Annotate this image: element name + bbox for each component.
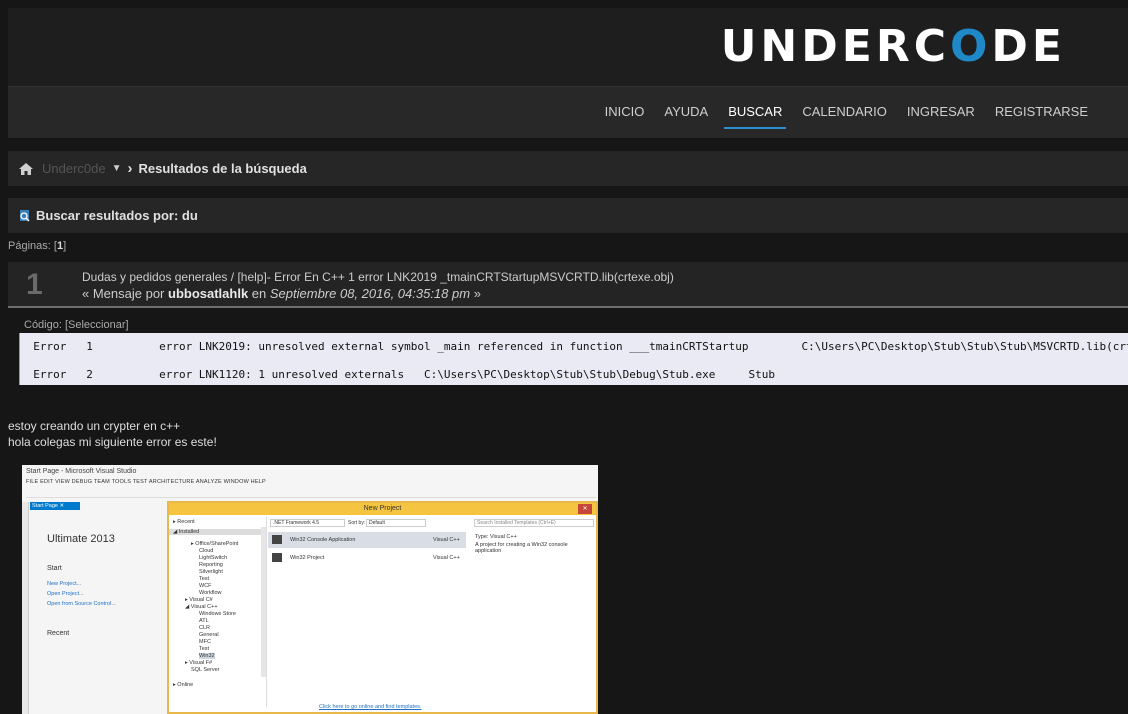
code-line: Error 1 error LNK2019: unresolved extern… bbox=[33, 340, 1128, 353]
search-doc-icon bbox=[20, 209, 30, 222]
message-body: estoy creando un crypter en c++ hola col… bbox=[8, 418, 217, 450]
vs-ultimate: Ultimate 2013 bbox=[47, 533, 115, 545]
page: UNDERCODE INICIO AYUDA BUSCAR CALENDARIO… bbox=[0, 0, 1128, 714]
caret-down-icon[interactable]: ▼ bbox=[112, 163, 122, 174]
search-result: 1 Dudas y pedidos generales / [help]- Er… bbox=[8, 262, 1128, 308]
nav-calendario[interactable]: CALENDARIO bbox=[802, 87, 887, 139]
chevron-right-icon: › bbox=[127, 160, 133, 177]
win32-project-icon bbox=[272, 553, 282, 562]
site-logo[interactable]: UNDERCODE bbox=[721, 22, 1066, 72]
tree-item: ◢ Installed bbox=[169, 529, 261, 535]
template-description: A project for creating a Win32 console a… bbox=[475, 542, 568, 554]
nav-buscar[interactable]: BUSCAR bbox=[724, 87, 787, 139]
tree-scrollbar bbox=[261, 527, 266, 677]
vs-recent-heading: Recent bbox=[47, 630, 70, 637]
tree-item: Cloud bbox=[199, 548, 214, 554]
message-line: hola colegas mi siguiente error es este! bbox=[8, 435, 217, 449]
tree-item: ▸ Online bbox=[173, 682, 194, 688]
result-date: Septiembre 08, 2016, 04:35:18 pm bbox=[269, 286, 471, 301]
breadcrumb-current: Resultados de la búsqueda bbox=[138, 161, 307, 176]
breadcrumb: Underc0de ▼ › Resultados de la búsqueda bbox=[8, 151, 1128, 186]
vs-open-project-link: Open Project... bbox=[47, 591, 84, 597]
breadcrumb-forum[interactable]: Underc0de bbox=[42, 161, 106, 176]
vs-menus: FILE EDIT VIEW DEBUG TEAM TOOLS TEST ARC… bbox=[26, 479, 266, 485]
tree-item: Silverlight bbox=[199, 569, 223, 575]
tree-item: WCF bbox=[199, 583, 212, 589]
vs-new-project-dialog: New Project ✕ ▸ Recent ◢ Installed ▸ Offi… bbox=[167, 501, 598, 714]
vs-start-heading: Start bbox=[47, 565, 62, 572]
close-icon: ✕ bbox=[578, 504, 592, 514]
sort-label: Sort by: bbox=[348, 520, 366, 526]
search-results-header: Buscar resultados por: du bbox=[8, 198, 1128, 233]
tree-item: Test bbox=[199, 576, 210, 582]
tree-item: ▸ Office/SharePoint bbox=[191, 541, 239, 547]
result-number: 1 bbox=[26, 268, 43, 301]
vs-side-strip bbox=[22, 502, 29, 714]
result-topic-link[interactable]: [help]- Error En C++ 1 error LNK2019 _tm… bbox=[237, 270, 673, 284]
result-title-line: Dudas y pedidos generales / [help]- Erro… bbox=[82, 270, 674, 284]
tree-item: Reporting bbox=[199, 562, 223, 568]
nav-inicio[interactable]: INICIO bbox=[605, 87, 645, 139]
vs-open-source-link: Open from Source Control... bbox=[47, 601, 116, 607]
vs-new-project-link: New Project... bbox=[47, 581, 82, 587]
nav-ingresar[interactable]: INGRESAR bbox=[907, 87, 975, 139]
vs-toolbar bbox=[26, 489, 596, 498]
search-title: Buscar resultados por: du bbox=[36, 208, 198, 223]
message-line: estoy creando un crypter en c++ bbox=[8, 419, 181, 433]
tree-item: Test bbox=[199, 646, 210, 652]
vs-start-tab: Start Page ✕ bbox=[30, 502, 80, 510]
tree-item: MFC bbox=[199, 639, 211, 645]
page-current[interactable]: 1 bbox=[57, 240, 63, 252]
tree-item: ◢ Visual C++ bbox=[185, 604, 218, 610]
template-item: Win32 Console Application Visual C++ bbox=[268, 532, 466, 548]
tree-item: CLR bbox=[199, 625, 211, 631]
result-author[interactable]: ubbosatlahlk bbox=[168, 286, 248, 301]
tree-item: Win32 bbox=[199, 653, 215, 659]
tree-item: SQL Server bbox=[191, 667, 220, 673]
embedded-screenshot: Start Page - Microsoft Visual Studio FIL… bbox=[22, 465, 598, 714]
vs-template-list: .NET Framework 4.5 Sort by: Default Win3… bbox=[268, 517, 468, 707]
tree-item: Workflow bbox=[199, 590, 222, 596]
template-type: Type: Visual C++ bbox=[475, 534, 517, 540]
code-block: Error 1 error LNK2019: unresolved extern… bbox=[19, 333, 1128, 385]
nav-registrarse[interactable]: REGISTRARSE bbox=[995, 87, 1088, 139]
vs-template-tree: ▸ Recent ◢ Installed ▸ Office/SharePoint… bbox=[169, 517, 267, 707]
main-nav: INICIO AYUDA BUSCAR CALENDARIO INGRESAR … bbox=[585, 87, 1088, 139]
vs-template-details: Search Installed Templates (Ctrl+E) Type… bbox=[472, 517, 596, 707]
tree-item: General bbox=[199, 632, 219, 638]
tree-item: LightSwitch bbox=[199, 555, 228, 561]
tree-item: ATL bbox=[199, 618, 209, 624]
tree-item: Windows Store bbox=[199, 611, 236, 617]
sort-select: Default bbox=[366, 519, 426, 527]
console-app-icon bbox=[272, 535, 282, 544]
pagination: Páginas: [1] bbox=[8, 240, 67, 252]
online-templates-link: Click here to go online and find templat… bbox=[319, 704, 422, 710]
result-board-link[interactable]: Dudas y pedidos generales bbox=[82, 270, 227, 284]
framework-select: .NET Framework 4.5 bbox=[270, 519, 345, 527]
home-icon[interactable] bbox=[18, 162, 34, 176]
tree-item: ▸ Visual F# bbox=[185, 660, 213, 666]
tree-item: ▸ Visual C# bbox=[185, 597, 213, 603]
logo-bar: UNDERCODE bbox=[8, 8, 1128, 86]
tree-item: ▸ Recent bbox=[173, 519, 195, 525]
template-item: Win32 Project Visual C++ bbox=[268, 550, 466, 566]
nav-ayuda[interactable]: AYUDA bbox=[664, 87, 708, 139]
code-line: Error 2 error LNK1120: 1 unresolved exte… bbox=[20, 368, 775, 381]
template-search: Search Installed Templates (Ctrl+E) bbox=[474, 519, 594, 527]
vs-dialog-title: New Project ✕ bbox=[169, 503, 596, 515]
code-label[interactable]: Código: [Seleccionar] bbox=[24, 319, 129, 331]
vs-title: Start Page - Microsoft Visual Studio bbox=[26, 468, 137, 475]
nav-bar: INICIO AYUDA BUSCAR CALENDARIO INGRESAR … bbox=[8, 86, 1128, 138]
result-meta: « Mensaje por ubbosatlahlk en Septiembre… bbox=[82, 286, 481, 301]
